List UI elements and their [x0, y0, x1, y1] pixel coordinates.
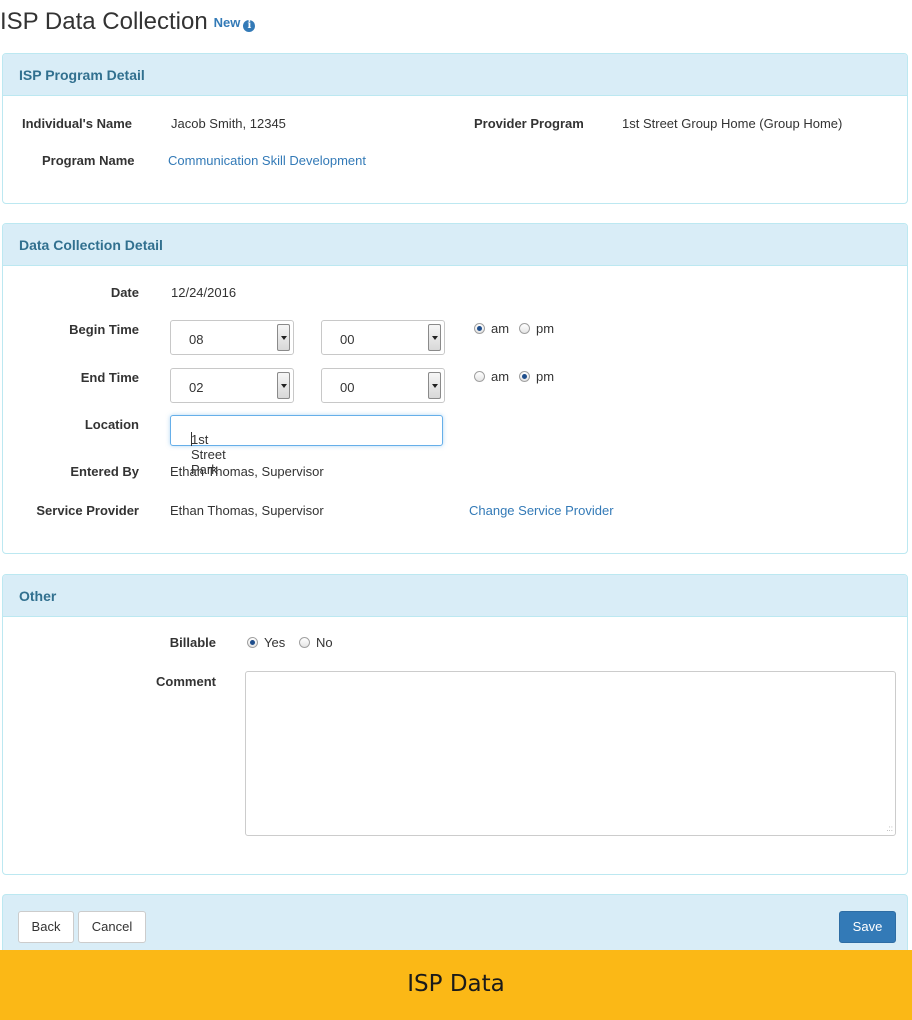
begin-hour-value: 08	[189, 332, 204, 347]
provider-program-value: 1st Street Group Home (Group Home)	[622, 116, 843, 131]
chevron-down-icon	[428, 372, 441, 399]
begin-time-label: Begin Time	[69, 322, 139, 337]
begin-minute-value: 00	[340, 332, 355, 347]
individual-name-value: Jacob Smith, 12345	[171, 116, 286, 131]
end-time-label: End Time	[80, 370, 139, 385]
isp-program-detail-panel: ISP Program Detail Individual's Name Jac…	[2, 53, 908, 204]
billable-yes-label: Yes	[264, 635, 286, 650]
action-bar: Back Cancel Save	[2, 894, 908, 950]
begin-am-label: am	[491, 321, 510, 336]
begin-hour-select[interactable]: 08	[170, 320, 294, 355]
panel-heading-other: Other	[3, 575, 907, 617]
service-provider-value: Ethan Thomas, Supervisor	[170, 503, 324, 518]
billable-label: Billable	[169, 635, 216, 650]
comment-textarea[interactable]: .::	[245, 671, 896, 836]
resize-grip-icon[interactable]: .::	[886, 825, 893, 833]
location-input[interactable]: 1st Street Park	[170, 415, 443, 477]
data-collection-detail-panel: Data Collection Detail Date 12/24/2016 B…	[2, 223, 908, 554]
text-caret	[191, 432, 192, 446]
chevron-down-icon	[428, 324, 441, 351]
panel-heading-program-detail: ISP Program Detail	[3, 54, 907, 96]
service-provider-label: Service Provider	[36, 503, 139, 518]
chevron-down-icon	[277, 372, 290, 399]
end-hour-value: 02	[189, 380, 204, 395]
chevron-down-icon	[277, 324, 290, 351]
change-service-provider-link[interactable]: Change Service Provider	[469, 503, 614, 518]
page-title: ISP Data Collection New i	[0, 8, 256, 36]
end-minute-value: 00	[340, 380, 355, 395]
end-minute-select[interactable]: 00	[321, 368, 445, 403]
back-button[interactable]: Back	[18, 911, 74, 943]
provider-program-label: Provider Program	[474, 116, 584, 131]
billable-no-label: No	[316, 635, 333, 650]
billable-no-radio[interactable]	[299, 637, 310, 648]
end-am-label: am	[491, 369, 510, 384]
end-pm-radio[interactable]	[519, 371, 530, 382]
date-value: 12/24/2016	[171, 285, 237, 300]
location-label: Location	[84, 417, 139, 432]
billable-yes-radio[interactable]	[247, 637, 258, 648]
panel-heading-data-collection: Data Collection Detail	[3, 224, 907, 266]
comment-label: Comment	[156, 674, 216, 689]
caption-banner: ISP Data	[0, 950, 912, 1020]
begin-pm-radio[interactable]	[519, 323, 530, 334]
begin-minute-select[interactable]: 00	[321, 320, 445, 355]
info-circle-icon[interactable]: i	[243, 20, 256, 32]
end-hour-select[interactable]: 02	[170, 368, 294, 403]
end-am-radio[interactable]	[474, 371, 485, 382]
save-button[interactable]: Save	[839, 911, 896, 943]
begin-am-radio[interactable]	[474, 323, 485, 334]
program-name-label: Program Name	[42, 153, 135, 168]
cancel-button[interactable]: Cancel	[78, 911, 146, 943]
entered-by-label: Entered By	[70, 464, 139, 479]
individual-name-label: Individual's Name	[22, 116, 133, 131]
program-name-link[interactable]: Communication Skill Development	[168, 153, 366, 168]
date-label: Date	[110, 285, 139, 300]
other-panel: Other Billable Yes No Comment .::	[2, 574, 908, 875]
begin-pm-label: pm	[536, 321, 555, 336]
end-pm-label: pm	[536, 369, 555, 384]
entered-by-value: Ethan Thomas, Supervisor	[170, 464, 324, 479]
new-badge: New	[213, 15, 241, 30]
page-title-text: ISP Data Collection	[0, 8, 208, 35]
